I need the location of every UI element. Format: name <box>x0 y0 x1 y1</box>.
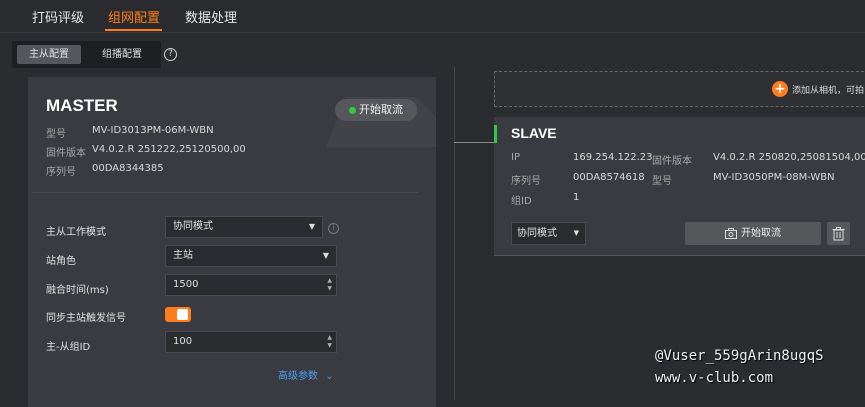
fusion-time-value: 1500 <box>173 279 199 290</box>
slave-firmware-label: 固件版本 <box>652 156 692 167</box>
role-value: 主站 <box>173 250 193 261</box>
top-navigation: 打码评级 组网配置 数据处理 <box>0 0 865 33</box>
add-slave-text: 添加从相机，可拍 <box>792 86 865 96</box>
master-panel: MASTER 开始取流 型号 MV-ID3013PM-06M-WBN 固件版本 … <box>28 77 436 407</box>
chevron-down-icon: ▼ <box>573 229 579 237</box>
chevron-down-icon: ▼ <box>308 222 315 231</box>
master-start-stream-button[interactable]: 开始取流 <box>335 99 417 121</box>
mode-select[interactable]: 协同模式 ▼ <box>165 216 323 238</box>
sub-tab-bar: 主从配置 组播配置 <box>12 41 161 68</box>
mode-label: 主从工作模式 <box>46 227 106 238</box>
help-circle-icon[interactable]: ? <box>164 48 177 61</box>
group-id-label: 主-从组ID <box>46 342 91 353</box>
master-start-label: 开始取流 <box>359 103 403 116</box>
model-value: MV-ID3013PM-06M-WBN <box>92 125 214 136</box>
tab-data-processing[interactable]: 数据处理 <box>185 7 237 26</box>
delete-slave-button[interactable] <box>827 222 850 245</box>
status-dot-icon <box>349 106 356 114</box>
trash-icon <box>832 227 845 241</box>
serial-value: 00DA8344385 <box>92 163 164 174</box>
sync-trigger-label: 同步主站触发信号 <box>46 313 126 324</box>
slave-serial-label: 序列号 <box>511 176 541 187</box>
toggle-knob <box>177 309 188 320</box>
slave-ip-label: IP <box>511 152 520 163</box>
slave-serial-value: 00DA8574618 <box>573 172 645 183</box>
sync-trigger-toggle[interactable] <box>165 307 191 322</box>
camera-refresh-icon <box>725 227 737 239</box>
slave-firmware-value: V4.0.2.R 250820,25081504,00 <box>713 152 865 163</box>
tab-network-config[interactable]: 组网配置 <box>108 7 160 26</box>
mode-value: 协同模式 <box>173 221 213 232</box>
group-id-value: 100 <box>173 336 193 347</box>
watermark-user: @Vuser_559gArin8ugqS <box>655 348 824 364</box>
model-label: 型号 <box>46 129 66 140</box>
chevron-down-icon: ▼ <box>322 251 329 260</box>
subtab-master-slave[interactable]: 主从配置 <box>17 45 81 64</box>
watermark-site: www.v-club.com <box>655 370 774 386</box>
slave-start-label: 开始取流 <box>741 228 781 239</box>
slave-ip-value: 169.254.122.23 <box>573 152 653 163</box>
slave-model-label: 型号 <box>652 176 672 187</box>
firmware-value: V4.0.2.R 251222,25120500,00 <box>92 144 246 155</box>
tab-code-grading[interactable]: 打码评级 <box>32 7 84 26</box>
advanced-params-label: 高级参数 <box>278 371 318 382</box>
connector-line <box>454 67 455 400</box>
slave-group-label: 组ID <box>511 196 532 207</box>
fusion-time-input[interactable]: 1500 ▲ ▼ <box>165 274 337 296</box>
slave-start-stream-button[interactable]: 开始取流 <box>685 222 821 245</box>
divider <box>32 192 418 193</box>
advanced-params-link[interactable]: 高级参数 ⌄ <box>278 367 334 382</box>
slave-model-value: MV-ID3050PM-08M-WBN <box>713 172 835 183</box>
master-title: MASTER <box>46 96 118 115</box>
connector-branch <box>454 142 494 143</box>
slave-mode-value: 协同模式 <box>517 228 557 239</box>
group-id-input[interactable]: 100 ▲ ▼ <box>165 331 337 353</box>
chevron-down-icon: ⌄ <box>325 371 334 382</box>
plus-icon[interactable]: + <box>772 81 788 97</box>
role-select[interactable]: 主站 ▼ <box>165 245 337 267</box>
fusion-time-label: 融合时间(ms) <box>46 285 109 296</box>
slave-title: SLAVE <box>511 125 557 141</box>
stepper-icon[interactable]: ▲ ▼ <box>327 277 332 293</box>
slave-card: SLAVE IP 169.254.122.23 固件版本 V4.0.2.R 25… <box>494 117 865 256</box>
info-icon: i <box>328 223 339 234</box>
add-slave-box[interactable]: + 添加从相机，可拍 <box>494 71 865 107</box>
slave-mode-select[interactable]: 协同模式 ▼ <box>511 222 586 245</box>
stepper-icon[interactable]: ▲ ▼ <box>327 334 332 350</box>
slave-group-value: 1 <box>573 192 580 203</box>
firmware-label: 固件版本 <box>46 148 86 159</box>
subtab-multicast[interactable]: 组播配置 <box>90 45 154 64</box>
slave-status-bar <box>494 125 497 143</box>
active-tab-indicator <box>105 29 162 31</box>
serial-label: 序列号 <box>46 167 76 178</box>
role-label: 站角色 <box>46 256 76 267</box>
